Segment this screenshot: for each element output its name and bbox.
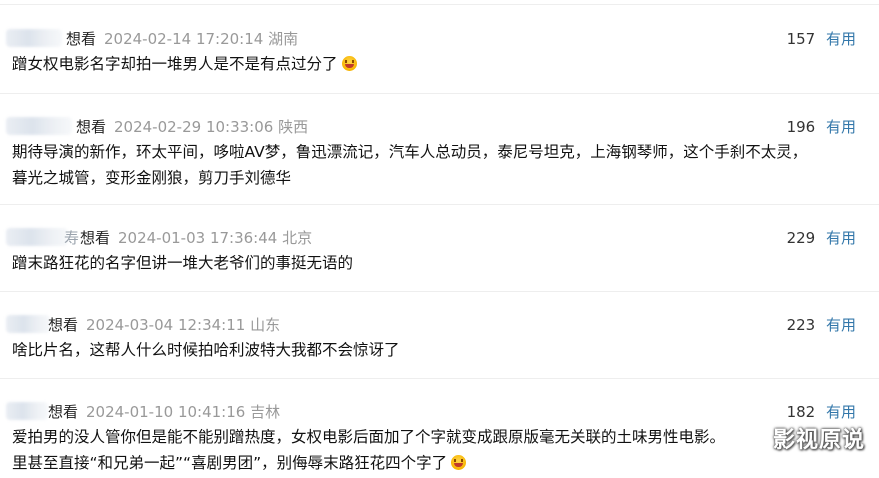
review-username[interactable]: 想看: [76, 117, 106, 137]
review-content: 期待导演的新作，环太平间，哆啦AV梦，鲁迅漂流记，汽车人总动员，泰尼号坦克，上海…: [12, 139, 862, 191]
divider-top: [0, 4, 879, 5]
review-votes: 223 有用: [760, 315, 856, 335]
vote-count: 196: [786, 118, 816, 136]
divider: [0, 204, 879, 205]
review-content: 蹭女权电影名字却拍一堆男人是不是有点过分了: [12, 51, 862, 77]
review-text-line: 期待导演的新作，环太平间，哆啦AV梦，鲁迅漂流记，汽车人总动员，泰尼号坦克，上海…: [12, 143, 808, 161]
vote-count: 229: [786, 229, 816, 247]
review-username[interactable]: 想看: [80, 228, 110, 248]
review-meta: 想看 2024-02-14 17:20:14 湖南 157 有用: [0, 27, 879, 51]
review-username[interactable]: 想看: [66, 29, 96, 49]
vote-count: 157: [786, 30, 816, 48]
review-time: 2024-02-29 10:33:06 陕西: [114, 118, 309, 136]
useful-button[interactable]: 有用: [826, 316, 856, 334]
review-username-prefix[interactable]: 寿: [64, 228, 79, 248]
review-meta: 想看 2024-03-04 12:34:11 山东 223 有用: [0, 313, 879, 337]
review-text-line: 爱拍男的没人管你但是能不能别蹭热度，女权电影后面加了个字就变成跟原版毫无关联的土…: [12, 428, 726, 446]
divider: [0, 291, 879, 292]
useful-button[interactable]: 有用: [826, 229, 856, 247]
review-username[interactable]: 想看: [48, 315, 78, 335]
grinning-face-icon: [341, 56, 357, 71]
useful-button[interactable]: 有用: [826, 118, 856, 136]
review-votes: 157 有用: [760, 29, 856, 49]
blurred-username: [6, 117, 72, 135]
vote-count: 223: [786, 316, 816, 334]
blurred-username: [6, 228, 68, 246]
review-content: 啥比片名，这帮人什么时候拍哈利波特大我都不会惊讶了: [12, 337, 862, 363]
review-meta: 想看 2024-01-10 10:41:16 吉林 182 有用: [0, 400, 879, 424]
review-time: 2024-02-14 17:20:14 湖南: [104, 30, 299, 48]
review-content: 爱拍男的没人管你但是能不能别蹭热度，女权电影后面加了个字就变成跟原版毫无关联的土…: [12, 424, 862, 476]
review-text-line: 暮光之城管，变形金刚狼，剪刀手刘德华: [12, 169, 292, 187]
blurred-username: [6, 315, 50, 333]
review-time: 2024-03-04 12:34:11 山东: [86, 316, 281, 334]
review-time: 2024-01-03 17:36:44 北京: [118, 229, 313, 247]
divider: [0, 378, 879, 379]
blurred-username: [6, 29, 62, 47]
review-meta: 寿 想看 2024-01-03 17:36:44 北京 229 有用: [0, 226, 879, 250]
review-votes: 182 有用: [760, 402, 856, 422]
useful-button[interactable]: 有用: [826, 403, 856, 421]
grinning-face-icon: [451, 455, 467, 470]
vote-count: 182: [786, 403, 816, 421]
watermark-logo: 影视原说: [772, 428, 865, 453]
blurred-username: [6, 402, 48, 420]
review-text: 啥比片名，这帮人什么时候拍哈利波特大我都不会惊讶了: [12, 341, 400, 359]
useful-button[interactable]: 有用: [826, 30, 856, 48]
review-text: 蹭末路狂花的名字但讲一堆大老爷们的事挺无语的: [12, 254, 354, 272]
review-meta: 想看 2024-02-29 10:33:06 陕西 196 有用: [0, 115, 879, 139]
review-time: 2024-01-10 10:41:16 吉林: [86, 403, 281, 421]
review-text-line: 里甚至直接“和兄弟一起”“喜剧男团”，别侮辱末路狂花四个字了: [12, 450, 862, 476]
review-votes: 229 有用: [760, 228, 856, 248]
review-votes: 196 有用: [760, 117, 856, 137]
review-username[interactable]: 想看: [48, 402, 78, 422]
review-text: 里甚至直接“和兄弟一起”“喜剧男团”，别侮辱末路狂花四个字了: [12, 454, 448, 472]
divider: [0, 93, 879, 94]
review-content: 蹭末路狂花的名字但讲一堆大老爷们的事挺无语的: [12, 250, 862, 276]
review-text: 蹭女权电影名字却拍一堆男人是不是有点过分了: [12, 55, 338, 73]
